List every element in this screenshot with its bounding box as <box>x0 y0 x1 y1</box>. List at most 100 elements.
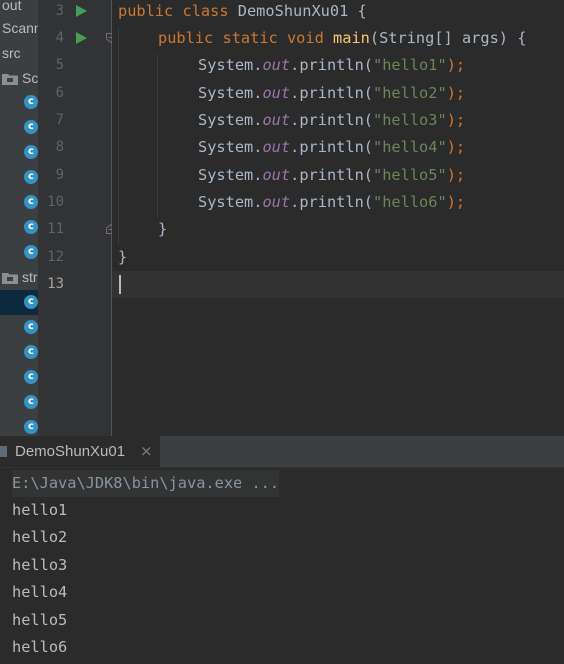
java-class-icon: c <box>24 370 38 384</box>
java-class-icon: c <box>24 245 38 259</box>
run-config-icon <box>0 446 7 457</box>
package-folder-icon <box>2 273 18 284</box>
tree-item-class[interactable]: c <box>0 115 38 140</box>
console-output[interactable]: E:\Java\JDK8\bin\java.exe ... hello1 hel… <box>12 470 552 661</box>
keyword: public <box>118 2 174 20</box>
code-line-8: System.out.println("hello4"); <box>198 134 465 161</box>
line-number: 7 <box>55 112 64 128</box>
code-object: System. <box>198 111 263 129</box>
tree-item-class[interactable]: c <box>0 315 38 340</box>
code-object: System. <box>198 193 263 211</box>
keyword: static <box>222 29 278 47</box>
indent-guide <box>157 54 158 217</box>
run-arrow-icon[interactable] <box>76 5 87 17</box>
console-command-line[interactable]: E:\Java\JDK8\bin\java.exe ... <box>12 470 280 497</box>
code-line-5: System.out.println("hello1"); <box>198 52 465 79</box>
tree-item-class-selected[interactable]: c <box>0 290 38 315</box>
run-tab[interactable]: DemoShunXu01 × <box>0 436 160 467</box>
java-class-icon: c <box>24 120 38 134</box>
line-number-current: 13 <box>47 276 64 292</box>
static-field: out <box>262 84 291 102</box>
static-field: out <box>262 111 291 129</box>
java-class-icon: c <box>24 220 38 234</box>
line-number: 4 <box>55 30 64 46</box>
code-line-3: public class DemoShunXu01 { <box>118 0 367 25</box>
java-class-icon: c <box>24 95 38 109</box>
string-literal: "hello3" <box>373 111 447 129</box>
tree-item-package-1[interactable]: Sc <box>0 66 38 91</box>
keyword: public <box>158 29 214 47</box>
class-name: DemoShunXu01 <box>237 2 349 20</box>
method-name: main <box>333 29 370 47</box>
line-number: 6 <box>55 85 64 101</box>
method-call: .println( <box>290 84 373 102</box>
method-call: .println( <box>290 56 373 74</box>
code-line-11: } <box>158 220 168 238</box>
method-call: .println( <box>290 111 373 129</box>
statement-end: ); <box>446 56 466 74</box>
java-class-icon: c <box>24 320 38 334</box>
code-editor[interactable]: public class DemoShunXu01 { public stati… <box>112 0 564 436</box>
tree-item-class[interactable]: c <box>0 165 38 190</box>
string-literal: "hello5" <box>373 166 447 184</box>
line-number: 9 <box>55 167 64 183</box>
statement-end: ); <box>446 111 466 129</box>
run-tab-label: DemoShunXu01 <box>15 443 126 460</box>
tree-item-class[interactable]: c <box>0 215 38 240</box>
statement-end: ); <box>446 193 466 211</box>
java-class-icon: c <box>24 195 38 209</box>
method-call: .println( <box>290 166 373 184</box>
method-params: (String[] args) { <box>369 29 527 47</box>
method-call: .println( <box>290 193 373 211</box>
string-literal: "hello4" <box>373 138 447 156</box>
run-arrow-icon[interactable] <box>76 32 87 44</box>
line-number: 10 <box>47 194 64 210</box>
tree-item-class[interactable]: c <box>0 340 38 365</box>
tree-item-class[interactable]: c <box>0 90 38 115</box>
java-class-icon: c <box>24 420 38 434</box>
tree-item-label: Sc <box>22 70 38 86</box>
tree-item-label: Scanner <box>2 20 38 36</box>
code-line-10: System.out.println("hello6"); <box>198 189 465 216</box>
tree-item-class[interactable]: c <box>0 190 38 215</box>
run-tool-window: DemoShunXu01 × E:\Java\JDK8\bin\java.exe… <box>0 436 564 664</box>
tree-item-class[interactable]: c <box>0 390 38 415</box>
tree-item-src[interactable]: src <box>0 41 38 66</box>
tree-item-class[interactable]: c <box>0 415 38 436</box>
java-class-icon: c <box>24 145 38 159</box>
statement-end: ); <box>446 166 466 184</box>
brace: { <box>357 2 367 20</box>
line-number: 5 <box>55 57 64 73</box>
close-icon[interactable]: × <box>140 436 153 467</box>
tree-item-label: str <box>22 269 38 285</box>
text-caret <box>119 275 121 294</box>
code-object: System. <box>198 166 263 184</box>
tree-item-scanner[interactable]: Scanner <box>0 16 38 41</box>
console-line: hello5 <box>12 610 68 629</box>
static-field: out <box>262 193 291 211</box>
code-line-4: public static void main(String[] args) { <box>158 25 526 52</box>
console-line: hello4 <box>12 583 68 602</box>
code-object: System. <box>198 138 263 156</box>
tree-item-class[interactable]: c <box>0 240 38 265</box>
static-field: out <box>262 56 291 74</box>
project-tree-panel: out Scanner src Sc c c c c c c c str c c… <box>0 0 38 436</box>
line-number: 3 <box>55 3 64 19</box>
tree-item-label: src <box>2 45 21 61</box>
code-line-6: System.out.println("hello2"); <box>198 80 465 107</box>
code-line-7: System.out.println("hello3"); <box>198 107 465 134</box>
tree-item-class[interactable]: c <box>0 140 38 165</box>
string-literal: "hello2" <box>373 84 447 102</box>
tree-item-package-2[interactable]: str <box>0 265 38 290</box>
statement-end: ); <box>446 84 466 102</box>
line-number: 11 <box>47 221 64 237</box>
keyword: void <box>286 29 324 47</box>
code-object: System. <box>198 84 263 102</box>
code-line-12: } <box>118 248 128 266</box>
tree-item-class[interactable]: c <box>0 365 38 390</box>
run-tab-bar: DemoShunXu01 × <box>0 436 564 468</box>
code-object: System. <box>198 56 263 74</box>
line-number: 12 <box>47 249 64 265</box>
keyword: class <box>182 2 229 20</box>
java-class-icon: c <box>24 170 38 184</box>
